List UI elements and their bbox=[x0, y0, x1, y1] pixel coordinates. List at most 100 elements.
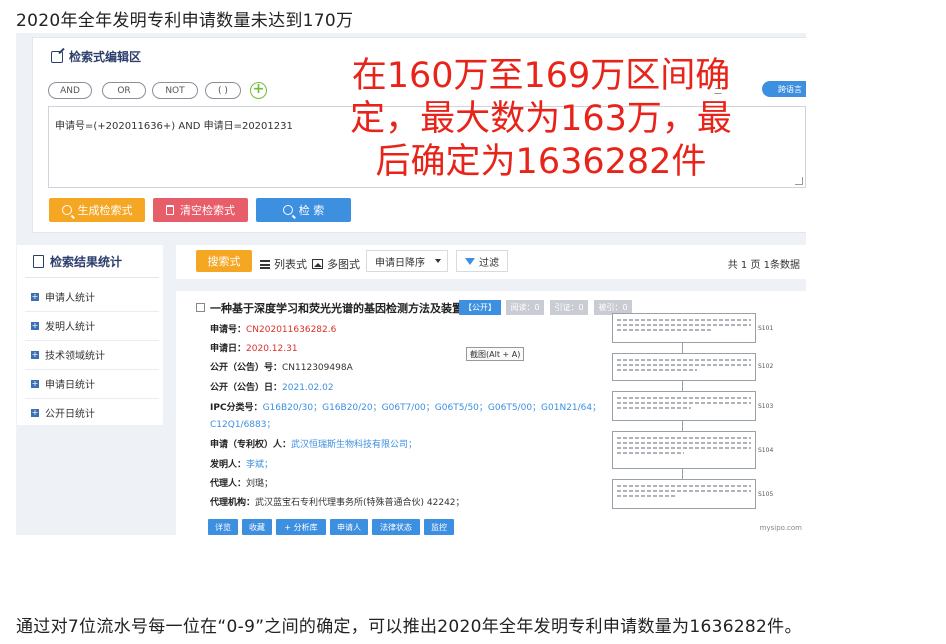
stats-title-text: 检索结果统计 bbox=[50, 255, 123, 269]
and-button[interactable]: AND bbox=[48, 82, 92, 99]
field-app-date: 申请日：2020.12.31 bbox=[210, 341, 298, 354]
divider bbox=[25, 398, 159, 399]
field-label: 发明人： bbox=[210, 460, 247, 470]
edit-icon bbox=[51, 50, 63, 63]
cited-badge: 引证：0 bbox=[550, 300, 588, 315]
divider bbox=[25, 340, 159, 341]
generate-query-button[interactable]: 生成检索式 bbox=[49, 198, 145, 222]
generate-label: 生成检索式 bbox=[77, 204, 133, 217]
views-badge: 阅读：0 bbox=[506, 300, 544, 315]
divider bbox=[25, 311, 159, 312]
expand-icon: + bbox=[31, 378, 39, 388]
flow-arrow bbox=[682, 343, 683, 353]
filter-icon bbox=[465, 257, 475, 265]
editor-title: 检索式编辑区 bbox=[51, 48, 141, 65]
flow-step bbox=[612, 313, 756, 343]
ipc-value[interactable]: C12Q1/6883； bbox=[210, 420, 275, 430]
step-tag: S101 bbox=[758, 325, 774, 332]
image-view-tab[interactable]: 多图式 bbox=[312, 256, 360, 272]
field-pub-no: 公开（公告）号：CN112309498A bbox=[210, 360, 353, 373]
flowchart-thumbnail[interactable]: S101 S102 S103 S104 S105 bbox=[594, 313, 784, 513]
stat-tech-field[interactable]: + 技术领域统计 bbox=[31, 347, 105, 362]
step-tag: S105 bbox=[758, 491, 774, 498]
filter-button[interactable]: 过滤 bbox=[456, 250, 508, 272]
flow-step bbox=[612, 479, 756, 509]
field-label: 公开（公告）日： bbox=[210, 383, 283, 393]
field-label: 申请号： bbox=[210, 325, 247, 335]
flow-arrow bbox=[682, 469, 683, 479]
filter-label: 过滤 bbox=[479, 257, 499, 269]
stat-inventor[interactable]: + 发明人统计 bbox=[31, 318, 95, 333]
field-inventor: 发明人：李斌； bbox=[210, 457, 273, 470]
annotation-line: 在160万至169万区间确 bbox=[351, 56, 731, 96]
clear-query-button[interactable]: 清空检索式 bbox=[153, 198, 248, 222]
flow-arrow bbox=[682, 381, 683, 391]
expand-icon: + bbox=[31, 407, 39, 417]
legal-status-button[interactable]: 法律状态 bbox=[372, 519, 420, 535]
inventor-value[interactable]: 李斌； bbox=[246, 460, 273, 470]
app-date-value: 2020.12.31 bbox=[246, 344, 298, 354]
result-title[interactable]: 一种基于深度学习和荧光光谱的基因检测方法及装置 bbox=[210, 300, 463, 316]
result-stats-panel: 检索结果统计 + 申请人统计 + 发明人统计 + 技术领域统计 + 申请日统计 … bbox=[17, 245, 163, 425]
expand-icon: + bbox=[31, 320, 39, 330]
field-ipc: IPC分类号：G16B20/30；G16B20/20；G06T7/00；G06T… bbox=[210, 400, 601, 413]
ipc-value[interactable]: G16B20/30；G16B20/20；G06T7/00；G06T5/50；G0… bbox=[263, 403, 602, 413]
resize-handle-icon[interactable] bbox=[795, 177, 803, 185]
field-label: 代理人： bbox=[210, 479, 247, 489]
annotation-line: 后确定为1636282件 bbox=[375, 142, 707, 182]
field-pub-date: 公开（公告）日：2021.02.02 bbox=[210, 380, 334, 393]
flow-step bbox=[612, 391, 756, 421]
table-view-label: 搜索式 bbox=[207, 255, 241, 268]
field-label: 申请日： bbox=[210, 344, 247, 354]
applicant-value[interactable]: 武汉恒瑞斯生物科技有限公司； bbox=[291, 440, 417, 450]
status-badge: 【公开】 bbox=[459, 300, 501, 315]
stat-pub-date[interactable]: + 公开日统计 bbox=[31, 405, 95, 420]
field-label: 申请（专利权）人： bbox=[210, 440, 292, 450]
flow-step bbox=[612, 431, 756, 469]
agent-value: 刘璐； bbox=[246, 479, 274, 489]
agency-value: 武汉蓝宝石专利代理事务所(特殊普通合伙) 42242； bbox=[255, 498, 465, 508]
stat-app-date[interactable]: + 申请日统计 bbox=[31, 376, 95, 391]
sort-select[interactable]: 申请日降序 bbox=[366, 250, 448, 272]
chevron-down-icon bbox=[435, 259, 441, 263]
stat-label: 发明人统计 bbox=[45, 322, 95, 333]
parentheses-button[interactable]: ( ) bbox=[205, 82, 241, 99]
trash-icon bbox=[166, 205, 174, 215]
watermark: mysipo.com bbox=[759, 524, 802, 532]
pub-no-value: CN112309498A bbox=[282, 363, 353, 373]
not-button[interactable]: NOT bbox=[152, 82, 198, 99]
flow-step bbox=[612, 353, 756, 381]
screenshot-panel: 检索式编辑区 AND OR NOT ( ) + 二 跨语言 申请号=(+2020… bbox=[16, 33, 806, 535]
screenshot-tooltip: 截图(Alt + A) bbox=[466, 347, 525, 361]
stat-applicant[interactable]: + 申请人统计 bbox=[31, 289, 95, 304]
step-tag: S102 bbox=[758, 363, 774, 370]
detail-button[interactable]: 详览 bbox=[208, 519, 238, 535]
field-app-no: 申请号：CN202011636282.6 bbox=[210, 322, 336, 335]
table-view-tab[interactable]: 搜索式 bbox=[196, 250, 252, 272]
stat-label: 公开日统计 bbox=[45, 409, 95, 420]
monitor-button[interactable]: 监控 bbox=[424, 519, 454, 535]
field-applicant: 申请（专利权）人：武汉恒瑞斯生物科技有限公司； bbox=[210, 437, 417, 450]
or-button[interactable]: OR bbox=[102, 82, 146, 99]
pub-date-value: 2021.02.02 bbox=[282, 383, 334, 393]
add-condition-icon[interactable]: + bbox=[250, 82, 267, 99]
stat-label: 技术领域统计 bbox=[45, 351, 105, 362]
annotation-overlay: 在160万至169万区间确 定，最大数为163万，最 后确定为1636282件 bbox=[306, 55, 776, 184]
image-icon bbox=[312, 259, 323, 269]
divider bbox=[25, 277, 159, 278]
add-analysis-button[interactable]: + 分析库 bbox=[276, 519, 326, 535]
select-checkbox[interactable] bbox=[196, 303, 205, 312]
field-label: 代理机构： bbox=[210, 498, 256, 508]
list-view-tab[interactable]: 列表式 bbox=[260, 256, 307, 272]
search-button[interactable]: 检 索 bbox=[256, 198, 351, 222]
expand-icon: + bbox=[31, 349, 39, 359]
field-label: IPC分类号： bbox=[210, 403, 263, 413]
favorite-button[interactable]: 收藏 bbox=[242, 519, 272, 535]
applicant-button[interactable]: 申请人 bbox=[330, 519, 368, 535]
page-caption: 通过对7位流水号每一位在“0-9”之间的确定，可以推出2020年全年发明专利申请… bbox=[16, 617, 802, 637]
field-label: 公开（公告）号： bbox=[210, 363, 283, 373]
sort-label: 申请日降序 bbox=[375, 257, 425, 269]
page-info: 共 1 页 1条数据 bbox=[727, 260, 800, 271]
list-view-label: 列表式 bbox=[274, 258, 307, 271]
search-label: 检 索 bbox=[298, 204, 325, 217]
